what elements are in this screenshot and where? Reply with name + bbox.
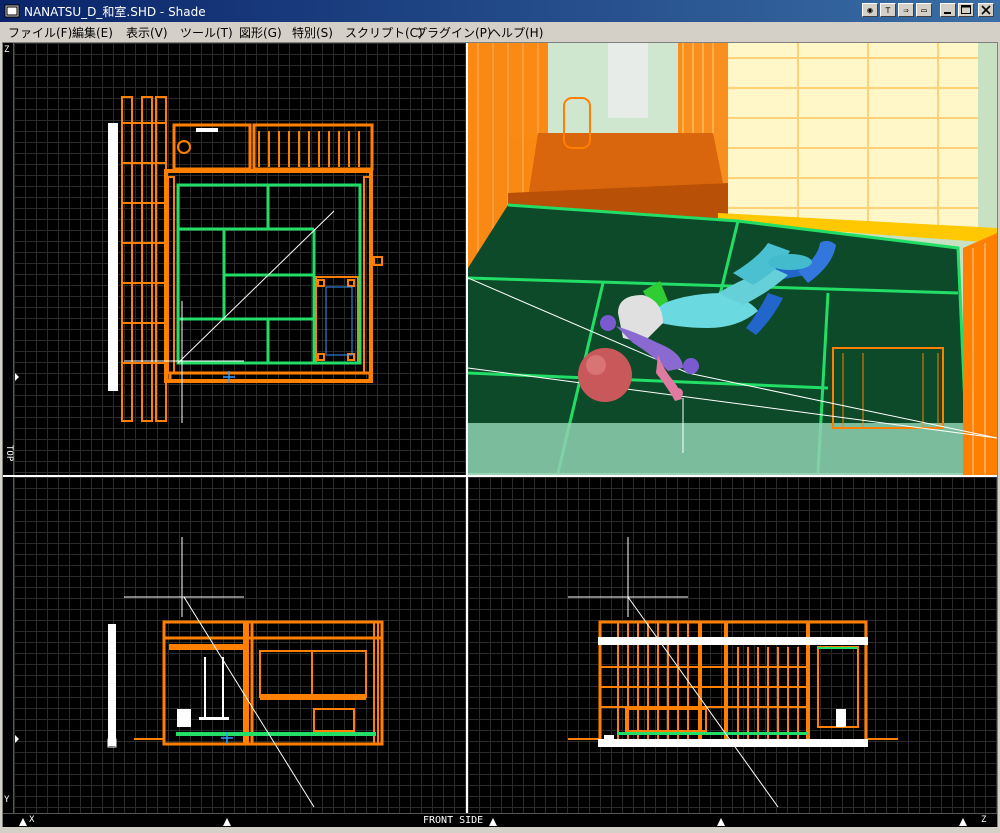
maximize-button[interactable]	[958, 3, 974, 17]
viewport-divider-horizontal[interactable]	[3, 475, 997, 477]
pin-icon[interactable]: ⊤	[880, 3, 896, 17]
menu-view[interactable]: 表示(V)	[126, 24, 168, 41]
axis-y-label: Y	[4, 795, 10, 805]
top-view-wireframe	[15, 96, 383, 423]
arrange-icon[interactable]: ⇒	[898, 3, 914, 17]
menu-special[interactable]: 特別(S)	[292, 24, 333, 41]
menu-help[interactable]: ヘルプ(H)	[489, 24, 543, 41]
axis-z-label: Z	[4, 45, 10, 55]
side-view-wireframe	[568, 537, 898, 808]
app-icon	[4, 4, 20, 18]
ruler-arrows	[19, 818, 967, 826]
side-view-viewport[interactable]	[468, 477, 997, 813]
viewport-divider-vertical[interactable]	[466, 43, 468, 826]
title-bar: NANATSU_D_和室.SHD - Shade ◉ ⊤ ⇒ ▭	[0, 0, 1000, 22]
perspective-render	[468, 43, 997, 475]
window-title: NANATSU_D_和室.SHD - Shade	[24, 5, 206, 19]
perspective-viewport[interactable]	[468, 43, 997, 475]
menu-bar: ファイル(F) 編集(E) 表示(V) ツール(T) 図形(G) 特別(S) ス…	[0, 22, 1000, 41]
axis-z-bottom-label: Z	[981, 815, 987, 825]
front-view-wireframe	[15, 537, 384, 808]
menu-shape[interactable]: 図形(G)	[239, 24, 282, 41]
bottom-ruler: X FRONT SIDE Z	[3, 813, 997, 827]
top-view-viewport[interactable]	[14, 43, 466, 475]
minimize-button[interactable]	[940, 3, 956, 17]
menu-file[interactable]: ファイル(F)	[8, 24, 72, 41]
front-side-label: FRONT SIDE	[423, 815, 484, 826]
left-ruler	[3, 43, 14, 826]
figure-workspace: Z TOP Y X FRONT SIDE Z	[2, 42, 998, 827]
front-view-viewport[interactable]	[14, 477, 466, 813]
menu-plugin[interactable]: プラグイン(P)	[415, 24, 492, 41]
menu-script[interactable]: スクリプト(C)	[345, 24, 423, 41]
view-mode-icon[interactable]: ◉	[862, 3, 878, 17]
menu-tools[interactable]: ツール(T)	[180, 24, 233, 41]
axis-x-label: X	[29, 815, 35, 825]
top-view-label: TOP	[4, 445, 14, 462]
fullscreen-icon[interactable]: ▭	[916, 3, 932, 17]
close-button[interactable]	[978, 3, 994, 17]
menu-edit[interactable]: 編集(E)	[72, 24, 113, 41]
